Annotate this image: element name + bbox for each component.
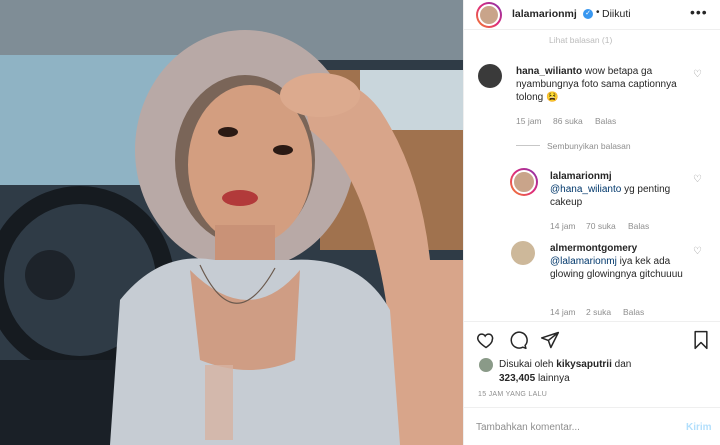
post-photo[interactable] bbox=[0, 0, 463, 445]
reply-likes[interactable]: 70 suka bbox=[586, 221, 616, 231]
comment-reply-button[interactable]: Balas bbox=[595, 116, 616, 126]
author-username[interactable]: lalamarionmj bbox=[512, 8, 577, 20]
author-avatar[interactable] bbox=[476, 2, 502, 28]
likes-prefix: Disukai oleh bbox=[499, 359, 554, 370]
reply-avatar[interactable] bbox=[510, 168, 538, 196]
add-comment-bar: Kirim bbox=[464, 407, 720, 445]
commenter-avatar[interactable] bbox=[478, 64, 502, 88]
reply-body: almermontgomery @lalamarionmj iya kek ad… bbox=[550, 242, 690, 281]
comment-time: 15 jam bbox=[516, 116, 542, 126]
post-side-panel: lalamarionmj ✓ • Diikuti ••• Lihat balas… bbox=[463, 0, 720, 445]
hide-replies-button[interactable]: Sembunyikan balasan bbox=[547, 141, 631, 151]
reply-reply-button[interactable]: Balas bbox=[623, 307, 644, 317]
liker-avatar[interactable] bbox=[479, 358, 493, 372]
likes-summary: Disukai oleh kikysaputrii dan 323,405 la… bbox=[499, 358, 631, 386]
comment-username[interactable]: hana_wilianto bbox=[516, 66, 582, 77]
follow-status-button[interactable]: Diikuti bbox=[602, 8, 631, 20]
replies-divider bbox=[516, 145, 540, 146]
bookmark-icon[interactable] bbox=[692, 330, 710, 350]
comment-body: hana_wilianto wow betapa ga nyambungnya … bbox=[516, 65, 696, 104]
reply-reply-button[interactable]: Balas bbox=[628, 221, 649, 231]
post-photo-illustration bbox=[0, 0, 463, 445]
post-timestamp[interactable]: 15 JAM YANG LALU bbox=[478, 391, 547, 398]
reply-time: 14 jam bbox=[550, 307, 576, 317]
reply-avatar[interactable] bbox=[511, 241, 535, 265]
likes-count[interactable]: 323,405 bbox=[499, 373, 535, 384]
reply-likes[interactable]: 2 suka bbox=[586, 307, 611, 317]
reply-username[interactable]: almermontgomery bbox=[550, 243, 637, 254]
post-header: lalamarionmj ✓ • Diikuti ••• bbox=[464, 0, 720, 30]
likes-conjunction: dan bbox=[614, 359, 632, 370]
view-replies-faded[interactable]: Lihat balasan (1) bbox=[549, 35, 612, 45]
comment-like-heart-icon[interactable]: ♡ bbox=[693, 69, 702, 80]
reply-like-heart-icon[interactable]: ♡ bbox=[693, 246, 702, 257]
post-actions: Disukai oleh kikysaputrii dan 323,405 la… bbox=[464, 321, 720, 407]
verified-badge-icon: ✓ bbox=[583, 9, 593, 19]
comment-likes[interactable]: 86 suka bbox=[553, 116, 583, 126]
add-comment-input[interactable] bbox=[476, 418, 666, 436]
reply-username[interactable]: lalamarionmj bbox=[550, 171, 612, 182]
liker-username[interactable]: kikysaputrii bbox=[556, 359, 612, 370]
post-comment-button[interactable]: Kirim bbox=[686, 422, 712, 433]
header-separator: • bbox=[596, 7, 600, 18]
reply-time: 14 jam bbox=[550, 221, 576, 231]
reply-mention[interactable]: @lalamarionmj bbox=[550, 256, 617, 267]
share-icon[interactable] bbox=[540, 330, 560, 350]
comment-icon[interactable] bbox=[508, 330, 528, 350]
reply-like-heart-icon[interactable]: ♡ bbox=[693, 174, 702, 185]
reply-mention[interactable]: @hana_wilianto bbox=[550, 184, 621, 195]
likes-suffix: lainnya bbox=[537, 373, 570, 384]
comments-list[interactable]: Lihat balasan (1) hana_wilianto wow beta… bbox=[464, 31, 720, 321]
reply-body: lalamarionmj @hana_wilianto yg penting c… bbox=[550, 170, 700, 209]
more-options-icon[interactable]: ••• bbox=[690, 4, 708, 20]
heart-icon[interactable] bbox=[476, 330, 496, 350]
